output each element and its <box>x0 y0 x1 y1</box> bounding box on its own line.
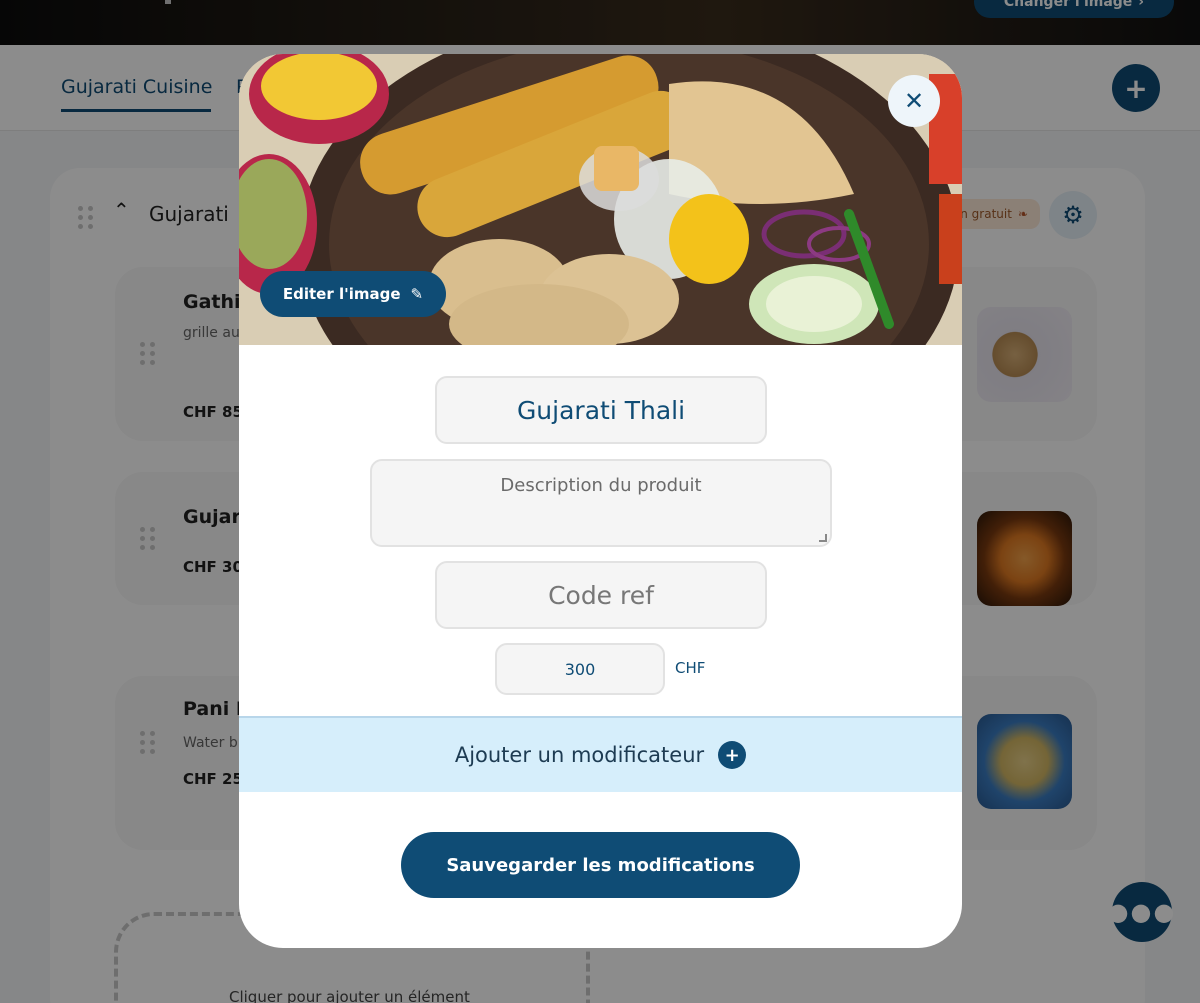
edit-product-modal: ✕ Editer l'image ✎ Gujarati Thali Descri… <box>239 54 962 948</box>
code-ref-input[interactable]: Code ref <box>435 561 767 629</box>
add-modifier-label: Ajouter un modificateur <box>454 743 705 767</box>
description-placeholder: Description du produit <box>500 475 702 496</box>
plus-circle-icon: + <box>718 741 747 769</box>
resize-handle-icon[interactable] <box>819 534 827 542</box>
pencil-icon: ✎ <box>410 285 424 303</box>
close-icon: ✕ <box>903 87 925 115</box>
save-changes-button[interactable]: Sauvegarder les modifications <box>401 832 800 898</box>
price-input[interactable]: 300 <box>495 643 665 695</box>
product-name-input[interactable]: Gujarati Thali <box>435 376 767 444</box>
edit-image-button[interactable]: Editer l'image ✎ <box>260 271 446 317</box>
product-image: ✕ Editer l'image ✎ <box>239 54 962 345</box>
currency-label: CHF <box>675 659 706 677</box>
close-modal-button[interactable]: ✕ <box>888 75 940 127</box>
product-description-textarea[interactable]: Description du produit <box>370 459 832 547</box>
add-modifier-button[interactable]: Ajouter un modificateur + <box>239 716 962 792</box>
